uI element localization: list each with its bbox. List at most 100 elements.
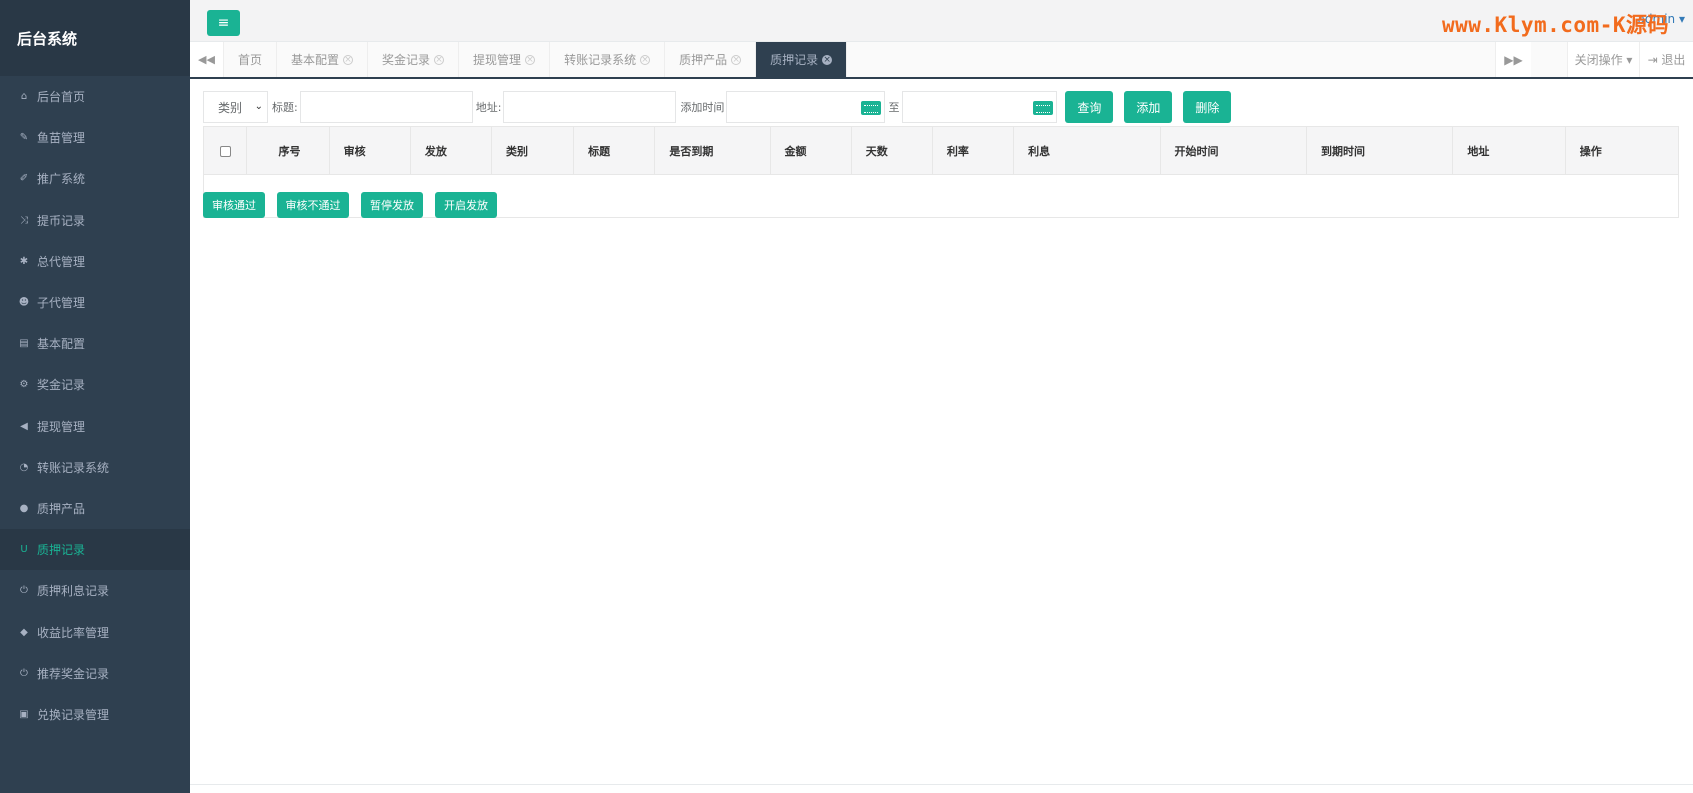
column-header[interactable]: 天数 [852,127,933,175]
tabs-prev-icon[interactable]: ◀◀ [190,42,224,77]
sidebar-nav: ⌂ 后台首页 ✎ 鱼苗管理 ✐ 推广系统 ⤨ 提币记录 ✱ 总代管理 ☻ 子代管理 ▤ 基本配置 ⚙ 奖金记录… [0,76,190,735]
sidebar-item[interactable]: ◀ 提现管理 [0,406,190,447]
asterisk-icon: ✱ [19,255,29,267]
bulk-action-button[interactable]: 开启发放 [435,192,497,218]
sidebar-item[interactable]: ◆ 收益比率管理 [0,611,190,652]
save-icon: ▣ [19,708,29,720]
sidebar: 后台系统 ⌂ 后台首页 ✎ 鱼苗管理 ✐ 推广系统 ⤨ 提币记录 ✱ 总代管理 ☻ 子代管理 ▤ 基本配置… [0,0,190,793]
menu-toggle-button[interactable]: ≡ [207,10,240,36]
category-select-value: 类别 [218,100,243,115]
page-tab[interactable]: 首页 [224,42,278,77]
users-icon: ☻ [18,297,30,309]
sidebar-item[interactable]: ▤ 基本配置 [0,323,190,364]
sidebar-item[interactable]: U 质押记录 [0,529,190,571]
column-header[interactable]: 审核 [330,127,411,175]
search-button[interactable]: 查询 [1065,91,1114,123]
address-input[interactable] [503,91,677,123]
column-header[interactable]: 操作 [1566,127,1678,175]
sidebar-item-label: 后台首页 [37,90,86,105]
page-tab-label: 首页 [238,53,263,67]
calendar-icon[interactable] [861,101,882,115]
sidebar-item[interactable]: ☻ 子代管理 [0,282,190,323]
tabs-bar: ◀◀ 首页 基本配置 × 奖金记录 × 提现管理 × 转账记录系统 × 质押产品 × 质押记录 × ▶▶… [190,42,1693,79]
close-tab-icon[interactable]: × [434,54,445,65]
sidebar-item-label: 鱼苗管理 [37,131,86,146]
close-tab-icon[interactable]: × [525,54,536,65]
sidebar-item-label: 基本配置 [37,337,86,352]
app-title: 后台系统 [17,29,78,48]
page-tab[interactable]: 质押记录 × [756,42,848,77]
column-header[interactable]: 类别 [492,127,575,175]
close-tab-icon[interactable]: × [343,54,354,65]
power-icon: ⏻ [20,667,28,679]
wrench-icon: ✎ [19,132,29,144]
sidebar-item-label: 推广系统 [37,172,86,187]
topbar: ≡ admin ▾ www.Klym.com-K源码 [190,0,1693,42]
sidebar-item[interactable]: ⌂ 后台首页 [0,76,190,117]
column-header[interactable]: 序号 [247,127,330,175]
title-input[interactable] [299,91,473,123]
title-label: 标题: [272,101,298,114]
column-header[interactable]: 开始时间 [1161,127,1307,175]
column-header[interactable]: 利率 [933,127,1015,175]
bulk-action-button[interactable]: 暂停发放 [361,192,423,218]
sidebar-item[interactable]: ⏻ 质押利息记录 [0,570,190,611]
sidebar-item-label: 总代管理 [37,254,86,269]
page-tab[interactable]: 提现管理 × [459,42,551,77]
close-tab-icon[interactable]: × [822,54,833,65]
sidebar-item-label: 收益比率管理 [37,625,110,640]
sidebar-item-label: 质押利息记录 [37,584,110,599]
add-button[interactable]: 添加 [1124,91,1173,123]
sidebar-item-label: 质押记录 [37,543,86,558]
bulk-action-button[interactable]: 审核通过 [203,192,265,218]
category-select[interactable]: 类别 ⌄ [203,91,268,123]
delete-button[interactable]: 删除 [1183,91,1232,123]
sidebar-item[interactable]: ⤨ 提币记录 [0,200,190,241]
page-tab[interactable]: 质押产品 × [665,42,757,77]
address-label: 地址: [475,101,502,114]
select-all-checkbox[interactable] [220,145,231,157]
column-header[interactable]: 到期时间 [1307,127,1454,175]
shuffle-icon: ⤨ [20,214,28,226]
bulk-action-button[interactable]: 审核不通过 [277,192,349,218]
table-header: 序号 审核 发放 类别 标题 是否到期 金额 天数 利率 利息 开始时间 到期时间 地址 操作 [204,127,1678,175]
cogs-icon: ⚙ [19,379,29,391]
sidebar-item[interactable]: ✐ 推广系统 [0,158,190,199]
tabs-next-icon[interactable]: ▶▶ [1495,42,1531,77]
sidebar-item-label: 质押产品 [37,501,86,516]
chevron-down-icon: ⌄ [254,101,263,112]
sidebar-item-label: 转账记录系统 [37,460,110,475]
sidebar-item[interactable]: ▣ 兑换记录管理 [0,694,190,735]
sidebar-item[interactable]: ● 质押产品 [0,488,190,529]
column-header[interactable]: 发放 [411,127,493,175]
page-tab-label: 提现管理 [473,53,522,67]
sidebar-item[interactable]: ◔ 转账记录系统 [0,447,190,488]
footer-divider [190,784,1693,785]
column-header[interactable]: 金额 [771,127,852,175]
sidebar-item[interactable]: ✱ 总代管理 [0,241,190,282]
page-tab[interactable]: 基本配置 × [277,42,369,77]
column-header[interactable]: 是否到期 [655,127,771,175]
logout-button[interactable]: ⇥ 退出 [1639,42,1693,77]
close-tab-icon[interactable]: × [640,54,651,65]
add-time-label: 添加时间 [680,101,725,114]
end-date-input[interactable] [902,91,1058,123]
to-label: 至 [888,101,900,114]
edit-icon: ✐ [19,173,29,185]
close-operations-dropdown[interactable]: 关闭操作 ▾ [1567,42,1639,77]
sidebar-item[interactable]: ⏻ 推荐奖金记录 [0,653,190,694]
start-date-input[interactable] [726,91,886,123]
magnet-icon: U [20,544,28,556]
watermark-text: www.Klym.com-K源码 [1441,13,1669,37]
column-header[interactable]: 利息 [1014,127,1161,175]
column-header[interactable]: 地址 [1453,127,1566,175]
page-tab[interactable]: 转账记录系统 × [550,42,666,77]
sidebar-item[interactable]: ✎ 鱼苗管理 [0,117,190,158]
column-header[interactable]: 标题 [574,127,656,175]
home-icon: ⌂ [20,91,28,103]
page-tab[interactable]: 奖金记录 × [368,42,460,77]
close-tab-icon[interactable]: × [731,54,742,65]
calendar-icon[interactable] [1033,101,1054,115]
bulk-actions: 审核通过 审核不通过 暂停发放 开启发放 [203,192,509,218]
sidebar-item[interactable]: ⚙ 奖金记录 [0,364,190,405]
